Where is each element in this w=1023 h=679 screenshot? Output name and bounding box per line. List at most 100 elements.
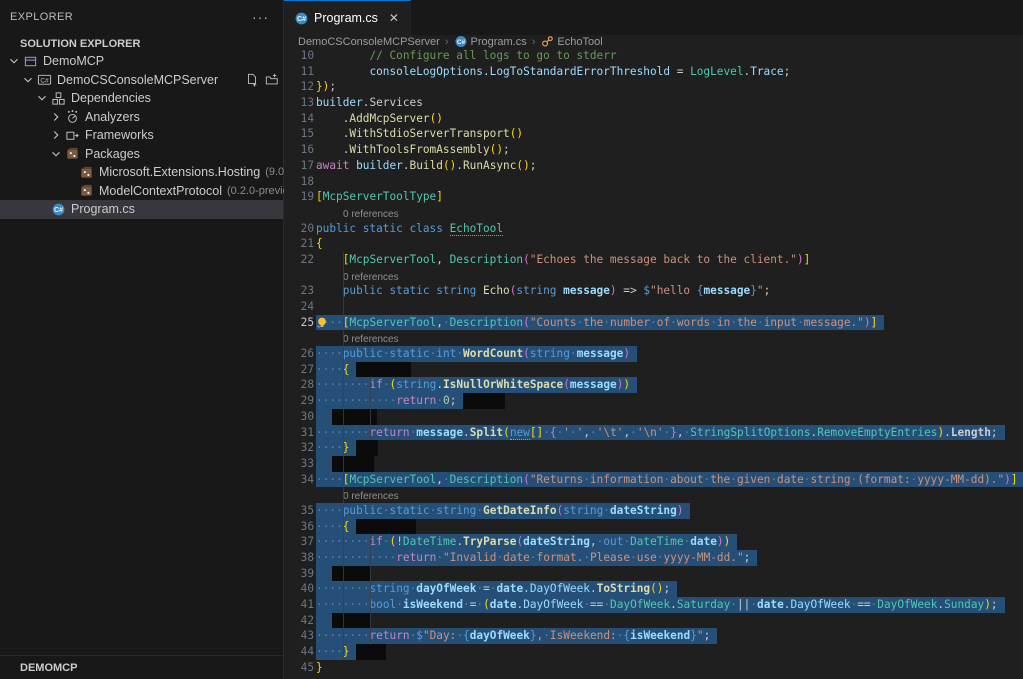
code-line-34[interactable]: 34····[McpServerTool,·Description("Retur… bbox=[284, 472, 1023, 488]
line-number[interactable]: 41 bbox=[284, 597, 314, 613]
code-line-40[interactable]: 40········string·dayOfWeek·=·date.DayOfW… bbox=[284, 581, 1023, 597]
line-number[interactable] bbox=[284, 487, 314, 503]
line-number[interactable]: 36 bbox=[284, 519, 314, 535]
code-editor[interactable]: 10 // Configure all logs to go to stderr… bbox=[284, 48, 1023, 679]
chevron-down-icon[interactable] bbox=[48, 146, 64, 162]
tree-item-program-cs[interactable]: C#Program.cs bbox=[0, 200, 283, 219]
code-line-43[interactable]: 43········return·$"Day:·{dayOfWeek},·IsW… bbox=[284, 628, 1023, 644]
line-number[interactable]: 17 bbox=[284, 158, 314, 174]
code-line-31[interactable]: 31········return·message.Split(new[]·{·'… bbox=[284, 425, 1023, 441]
line-number[interactable]: 10 bbox=[284, 48, 314, 64]
tree-item-modelcontextprotocol[interactable]: ModelContextProtocol(0.2.0-preview.1) bbox=[0, 182, 283, 201]
code-line-15[interactable]: 15 .WithStdioServerTransport() bbox=[284, 126, 1023, 142]
line-number[interactable]: 40 bbox=[284, 581, 314, 597]
line-number[interactable]: 34 bbox=[284, 472, 314, 488]
line-number[interactable]: 23 bbox=[284, 283, 314, 299]
lightbulb-icon[interactable] bbox=[315, 316, 329, 330]
chevron-right-icon[interactable] bbox=[48, 127, 64, 143]
code-line-25[interactable]: 25····[McpServerTool,·Description("Count… bbox=[284, 315, 1023, 331]
code-line-23[interactable]: 23 public static string Echo(string mess… bbox=[284, 283, 1023, 299]
line-number[interactable] bbox=[284, 268, 314, 284]
close-icon[interactable]: ✕ bbox=[386, 10, 402, 26]
tree-item-dependencies[interactable]: Dependencies bbox=[0, 89, 283, 108]
line-number[interactable] bbox=[284, 330, 314, 346]
line-number[interactable]: 29 bbox=[284, 393, 314, 409]
tree-item-frameworks[interactable]: Frameworks bbox=[0, 126, 283, 145]
solution-explorer-section-header[interactable]: SOLUTION EXPLORER bbox=[0, 34, 283, 52]
code-line-33[interactable]: 33 bbox=[284, 456, 1023, 472]
line-number[interactable]: 30 bbox=[284, 409, 314, 425]
code-line-36[interactable]: 36····{ bbox=[284, 519, 1023, 535]
code-line-39[interactable]: 39 bbox=[284, 566, 1023, 582]
breadcrumb-item-democsconsolemcpserver[interactable]: DemoCSConsoleMCPServer bbox=[298, 36, 440, 48]
code-line-18[interactable]: 18 bbox=[284, 174, 1023, 190]
line-number[interactable]: 22 bbox=[284, 252, 314, 268]
line-number[interactable]: 35 bbox=[284, 503, 314, 519]
code-line-17[interactable]: 17await builder.Build().RunAsync(); bbox=[284, 158, 1023, 174]
code-line-20[interactable]: 20public static class EchoTool bbox=[284, 221, 1023, 237]
tab-program-cs[interactable]: C# Program.cs ✕ bbox=[284, 0, 411, 35]
line-number[interactable]: 12 bbox=[284, 79, 314, 95]
new-folder-icon[interactable] bbox=[263, 72, 281, 88]
tree-item-demomcp[interactable]: DemoMCP bbox=[0, 52, 283, 71]
chevron-down-icon[interactable] bbox=[6, 53, 22, 69]
code-line-42[interactable]: 42 bbox=[284, 613, 1023, 629]
tree-item-packages[interactable]: Packages bbox=[0, 145, 283, 164]
code-line-21[interactable]: 21{ bbox=[284, 236, 1023, 252]
line-number[interactable]: 13 bbox=[284, 95, 314, 111]
line-number[interactable]: 26 bbox=[284, 346, 314, 362]
breadcrumb-item-program-cs[interactable]: C#Program.cs bbox=[454, 35, 527, 48]
line-number[interactable]: 32 bbox=[284, 440, 314, 456]
line-number[interactable]: 31 bbox=[284, 425, 314, 441]
line-number[interactable]: 16 bbox=[284, 142, 314, 158]
code-line-32[interactable]: 32····} bbox=[284, 440, 1023, 456]
code-line-13[interactable]: 13builder.Services bbox=[284, 95, 1023, 111]
code-line-35[interactable]: 35····public·static·string·GetDateInfo(s… bbox=[284, 503, 1023, 519]
code-line-29[interactable]: 29············return·0; bbox=[284, 393, 1023, 409]
code-line-24[interactable]: 24 bbox=[284, 299, 1023, 315]
code-line-41[interactable]: 41········bool·isWeekend·=·(date.DayOfWe… bbox=[284, 597, 1023, 613]
code-line-16[interactable]: 16 .WithToolsFromAssembly(); bbox=[284, 142, 1023, 158]
line-number[interactable]: 42 bbox=[284, 613, 314, 629]
line-number[interactable] bbox=[284, 205, 314, 221]
code-line-45[interactable]: 45} bbox=[284, 660, 1023, 676]
line-number[interactable]: 18 bbox=[284, 174, 314, 190]
chevron-right-icon[interactable] bbox=[48, 109, 64, 125]
line-number[interactable]: 43 bbox=[284, 628, 314, 644]
line-number[interactable]: 21 bbox=[284, 236, 314, 252]
more-actions-icon[interactable]: ··· bbox=[248, 9, 273, 25]
line-number[interactable]: 25 bbox=[284, 315, 314, 331]
line-number[interactable]: 45 bbox=[284, 660, 314, 676]
line-number[interactable]: 27 bbox=[284, 362, 314, 378]
code-line-14[interactable]: 14 .AddMcpServer() bbox=[284, 111, 1023, 127]
code-line-26[interactable]: 26····public·static·int·WordCount(string… bbox=[284, 346, 1023, 362]
tree-item-analyzers[interactable]: Analyzers bbox=[0, 108, 283, 127]
code-line-38[interactable]: 38············return·"Invalid·date·forma… bbox=[284, 550, 1023, 566]
tree-item-democsconsolemcpserver[interactable]: C#DemoCSConsoleMCPServer bbox=[0, 71, 283, 90]
line-number[interactable]: 19 bbox=[284, 189, 314, 205]
code-line-44[interactable]: 44····} bbox=[284, 644, 1023, 660]
line-number[interactable]: 37 bbox=[284, 534, 314, 550]
code-line-22[interactable]: 22 [McpServerTool, Description("Echoes t… bbox=[284, 252, 1023, 268]
line-number[interactable]: 33 bbox=[284, 456, 314, 472]
line-number[interactable]: 44 bbox=[284, 644, 314, 660]
line-number[interactable]: 20 bbox=[284, 221, 314, 237]
chevron-down-icon[interactable] bbox=[20, 72, 36, 88]
line-number[interactable]: 15 bbox=[284, 126, 314, 142]
code-line-30[interactable]: 30 bbox=[284, 409, 1023, 425]
tree-item-microsoft-extensions-hosting[interactable]: Microsoft.Extensions.Hosting(9.0.5) bbox=[0, 163, 283, 182]
line-number[interactable]: 14 bbox=[284, 111, 314, 127]
line-number[interactable]: 24 bbox=[284, 299, 314, 315]
code-line-28[interactable]: 28········if·(string.IsNullOrWhiteSpace(… bbox=[284, 377, 1023, 393]
line-number[interactable]: 11 bbox=[284, 64, 314, 80]
line-number[interactable]: 38 bbox=[284, 550, 314, 566]
code-line-37[interactable]: 37········if·(!DateTime.TryParse(dateStr… bbox=[284, 534, 1023, 550]
line-number[interactable]: 39 bbox=[284, 566, 314, 582]
new-file-icon[interactable] bbox=[243, 72, 261, 88]
code-line-10[interactable]: 10 // Configure all logs to go to stderr bbox=[284, 48, 1023, 64]
demomcp-section-header[interactable]: DEMOMCP bbox=[0, 655, 283, 679]
code-line-19[interactable]: 19[McpServerToolType] bbox=[284, 189, 1023, 205]
code-line-12[interactable]: 12}); bbox=[284, 79, 1023, 95]
breadcrumb-item-echotool[interactable]: EchoTool bbox=[540, 35, 602, 48]
chevron-down-icon[interactable] bbox=[34, 90, 50, 106]
